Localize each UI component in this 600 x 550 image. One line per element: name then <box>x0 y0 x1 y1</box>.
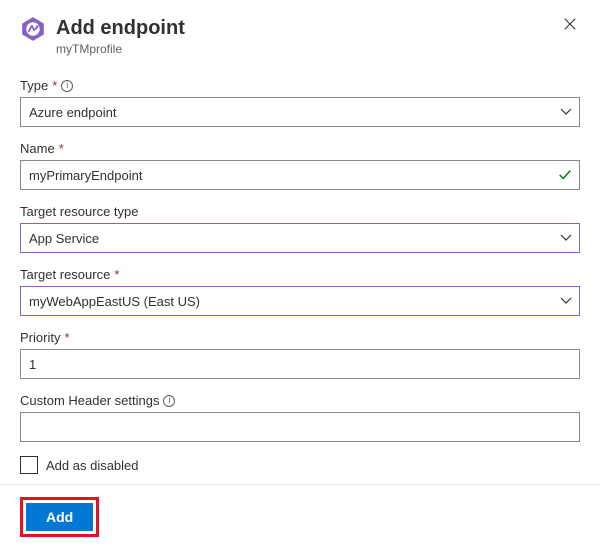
panel-subtitle: myTMprofile <box>56 42 560 56</box>
field-name: Name * <box>20 141 580 190</box>
field-target-resource: Target resource * myWebAppEastUS (East U… <box>20 267 580 316</box>
required-asterisk: * <box>114 267 119 282</box>
required-asterisk: * <box>59 141 64 156</box>
field-custom-header: Custom Header settings i <box>20 393 580 442</box>
label-tr-text: Target resource <box>20 267 110 282</box>
field-priority: Priority * <box>20 330 580 379</box>
label-priority-text: Priority <box>20 330 60 345</box>
info-icon[interactable]: i <box>61 80 73 92</box>
type-select-value: Azure endpoint <box>29 105 116 120</box>
type-select[interactable]: Azure endpoint <box>20 97 580 127</box>
label-ch-text: Custom Header settings <box>20 393 159 408</box>
panel-header: Add endpoint myTMprofile <box>20 16 580 56</box>
target-resource-select[interactable]: myWebAppEastUS (East US) <box>20 286 580 316</box>
field-target-resource-type: Target resource type App Service <box>20 204 580 253</box>
required-asterisk: * <box>52 78 57 93</box>
label-target-resource: Target resource * <box>20 267 580 282</box>
add-button-highlight: Add <box>20 497 99 537</box>
name-input[interactable] <box>20 160 580 190</box>
label-target-resource-type: Target resource type <box>20 204 580 219</box>
label-priority: Priority * <box>20 330 580 345</box>
label-type: Type * i <box>20 78 580 93</box>
info-icon[interactable]: i <box>163 395 175 407</box>
traffic-manager-icon <box>20 16 46 42</box>
close-icon <box>563 17 577 36</box>
target-resource-type-select[interactable]: App Service <box>20 223 580 253</box>
priority-input[interactable] <box>20 349 580 379</box>
add-as-disabled-checkbox[interactable] <box>20 456 38 474</box>
add-as-disabled-label: Add as disabled <box>46 458 139 473</box>
panel-footer: Add <box>0 485 600 549</box>
label-trt-text: Target resource type <box>20 204 139 219</box>
custom-header-input[interactable] <box>20 412 580 442</box>
field-add-as-disabled: Add as disabled <box>20 456 580 474</box>
field-type: Type * i Azure endpoint <box>20 78 580 127</box>
add-endpoint-panel: Add endpoint myTMprofile Type * i Azure … <box>0 0 600 485</box>
tr-select-value: myWebAppEastUS (East US) <box>29 294 200 309</box>
panel-title: Add endpoint <box>56 16 560 40</box>
required-asterisk: * <box>64 330 69 345</box>
add-button[interactable]: Add <box>26 503 93 531</box>
label-name-text: Name <box>20 141 55 156</box>
label-custom-header: Custom Header settings i <box>20 393 580 408</box>
header-titles: Add endpoint myTMprofile <box>56 16 560 56</box>
check-icon <box>558 168 572 182</box>
trt-select-value: App Service <box>29 231 99 246</box>
label-type-text: Type <box>20 78 48 93</box>
close-button[interactable] <box>560 16 580 36</box>
label-name: Name * <box>20 141 580 156</box>
